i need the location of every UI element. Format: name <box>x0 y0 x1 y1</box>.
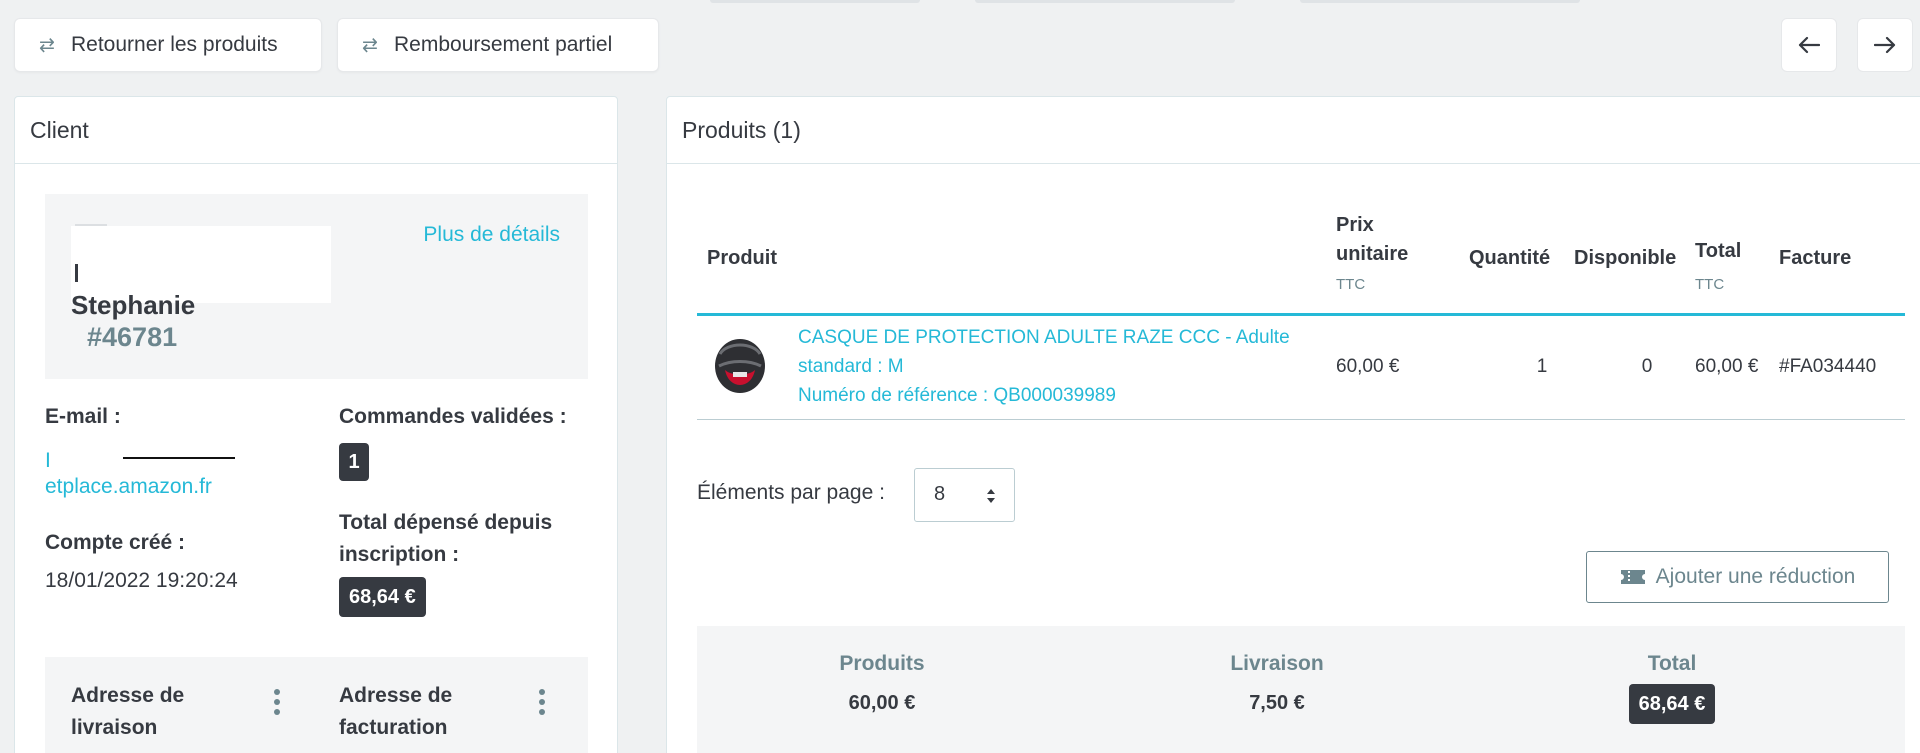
total-spent-label-line2: inscription : <box>339 543 460 566</box>
product-quantity: 1 <box>1536 356 1548 377</box>
totals-total: Total 68,64 € <box>1602 652 1742 724</box>
column-header-quantity: Quantité <box>1469 247 1551 269</box>
total-spent-label-line1: Total dépensé depuis <box>339 511 553 534</box>
add-discount-label: Ajouter une réduction <box>1655 565 1856 588</box>
created-label: Compte créé : <box>45 531 186 554</box>
shipping-address-title-line1: Adresse de <box>71 684 185 707</box>
totals-shipping: Livraison 7,50 € <box>1207 652 1347 715</box>
shipping-address-menu-button[interactable] <box>267 686 287 718</box>
billing-address-title: Adresse de facturation <box>339 680 452 744</box>
customer-card: Client Stephanie #46781 Plus de détails … <box>14 96 618 753</box>
products-card-title: Produits (1) <box>667 97 1920 164</box>
swap-arrows-icon: ⇄ <box>362 34 378 56</box>
created-value: 18/01/2022 19:20:24 <box>45 569 238 592</box>
column-header-total: Total <box>1695 240 1742 262</box>
addresses-box: Adresse de livraison Adresse de facturat… <box>45 657 588 753</box>
redaction-mark <box>75 264 78 282</box>
totals-products: Produits 60,00 € <box>812 652 952 715</box>
shipping-address-title-line2: livraison <box>71 716 158 739</box>
validated-orders-badge: 1 <box>339 443 369 481</box>
shipping-address-title: Adresse de livraison <box>71 680 184 744</box>
per-page-label: Éléments par page : <box>697 481 885 504</box>
customer-name: Stephanie <box>71 290 196 320</box>
billing-address-title-line2: facturation <box>339 716 448 739</box>
per-page-select[interactable]: 8 <box>914 468 1015 522</box>
column-header-unit-price-tax: TTC <box>1336 276 1366 293</box>
add-discount-button[interactable]: Ajouter une réduction <box>1586 551 1889 603</box>
sort-caret-icon <box>987 489 995 503</box>
customer-id: #46781 <box>87 322 178 352</box>
totals-shipping-value: 7,50 € <box>1249 692 1305 714</box>
return-products-button[interactable]: ⇄ Retourner les produits <box>14 18 322 72</box>
next-order-button[interactable] <box>1857 18 1913 72</box>
totals-products-label: Produits <box>839 652 925 675</box>
column-header-product: Produit <box>707 247 777 269</box>
email-label: E-mail : <box>45 405 121 428</box>
product-total: 60,00 € <box>1695 356 1759 377</box>
products-card: Produits (1) Produit Prix unitaire TTC Q… <box>666 96 1920 753</box>
validated-orders-label: Commandes validées : <box>339 405 567 428</box>
kebab-menu-icon <box>539 689 545 715</box>
totals-products-value: 60,00 € <box>848 692 916 714</box>
product-name-line2: standard : M <box>798 356 904 377</box>
total-spent-label: Total dépensé depuis inscription : <box>339 507 552 571</box>
column-header-unit-price-line2: unitaire <box>1336 243 1409 265</box>
product-name-line1: CASQUE DE PROTECTION ADULTE RAZE CCC - A… <box>798 327 1290 348</box>
more-details-link[interactable]: Plus de détails <box>423 223 560 247</box>
ticket-icon <box>1620 570 1645 584</box>
column-header-total-tax: TTC <box>1695 276 1725 293</box>
product-available: 0 <box>1641 356 1653 377</box>
customer-summary-box: Stephanie #46781 Plus de détails <box>45 194 588 379</box>
email-value-line1[interactable]: I <box>45 449 51 473</box>
column-header-unit-price-line1: Prix <box>1336 214 1374 236</box>
email-value-line2[interactable]: etplace.amazon.fr <box>45 475 212 499</box>
product-thumbnail <box>715 339 765 393</box>
previous-order-button[interactable] <box>1781 18 1837 72</box>
arrow-right-icon <box>1874 36 1896 54</box>
totals-total-label: Total <box>1647 652 1697 675</box>
tab-ghost <box>975 0 1235 3</box>
arrow-left-icon <box>1798 36 1820 54</box>
per-page-value: 8 <box>934 483 946 505</box>
totals-total-badge: 68,64 € <box>1628 684 1716 724</box>
product-name-link[interactable]: CASQUE DE PROTECTION ADULTE RAZE CCC - A… <box>798 323 1290 410</box>
redaction-line <box>123 457 235 459</box>
product-reference: Numéro de référence : QB000039989 <box>798 385 1116 406</box>
customer-card-title: Client <box>15 97 617 164</box>
totals-shipping-label: Livraison <box>1230 652 1324 675</box>
kebab-menu-icon <box>274 689 280 715</box>
product-unit-price: 60,00 € <box>1336 356 1400 377</box>
column-header-invoice: Facture <box>1779 247 1852 269</box>
billing-address-title-line1: Adresse de <box>339 684 453 707</box>
return-products-label: Retourner les produits <box>71 33 278 56</box>
total-spent-badge: 68,64 € <box>339 577 426 617</box>
partial-refund-button[interactable]: ⇄ Remboursement partiel <box>337 18 659 72</box>
tab-ghost <box>1300 0 1580 3</box>
swap-arrows-icon: ⇄ <box>39 34 55 56</box>
column-header-available: Disponible <box>1574 247 1677 269</box>
partial-refund-label: Remboursement partiel <box>394 33 613 56</box>
column-header-unit-price: Prix unitaire <box>1336 211 1408 269</box>
product-invoice: #FA034440 <box>1779 356 1877 377</box>
table-row: CASQUE DE PROTECTION ADULTE RAZE CCC - A… <box>697 316 1905 420</box>
order-totals-box: Produits 60,00 € Livraison 7,50 € Total … <box>697 626 1905 753</box>
tab-ghost <box>710 0 920 3</box>
billing-address-menu-button[interactable] <box>532 686 552 718</box>
